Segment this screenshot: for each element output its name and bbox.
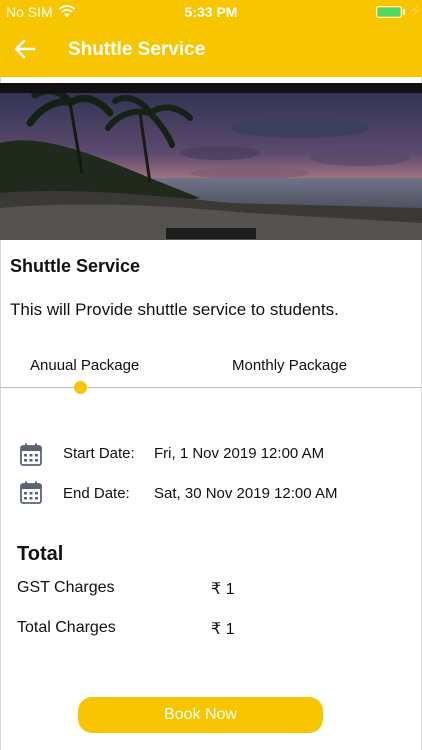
total-charges-value: ₹ 1	[211, 621, 235, 638]
gst-charges-label: GST Charges	[17, 579, 115, 596]
tab-monthly-package[interactable]: Monthly Package	[232, 357, 347, 374]
total-heading: Total	[17, 543, 64, 565]
book-now-button[interactable]: Book Now	[78, 697, 323, 733]
beach-sunset-illustration	[0, 83, 422, 240]
end-date-label: End Date:	[63, 485, 130, 502]
status-bar: No SIM 5:33 PM ⚡	[0, 0, 422, 24]
battery-icon	[376, 6, 402, 18]
page-title: Shuttle Service	[68, 39, 206, 60]
tab-selected-indicator	[74, 381, 87, 394]
start-date-value: Fri, 1 Nov 2019 12:00 AM	[154, 445, 325, 462]
back-arrow-icon[interactable]	[12, 36, 38, 62]
battery-tip	[403, 9, 405, 15]
total-charges-label: Total Charges	[17, 619, 116, 636]
service-description: This will Provide shuttle service to stu…	[10, 300, 339, 319]
tab-annual-package[interactable]: Anuual Package	[30, 357, 139, 374]
image-viewer-controls	[166, 228, 256, 239]
service-title: Shuttle Service	[10, 256, 141, 276]
charging-icon: ⚡	[408, 3, 422, 18]
start-date-label: Start Date:	[63, 445, 135, 462]
calendar-icon	[20, 481, 42, 504]
gst-charges-value: ₹ 1	[211, 581, 235, 598]
service-banner-image	[0, 83, 422, 240]
calendar-icon	[20, 443, 42, 466]
end-date-value: Sat, 30 Nov 2019 12:00 AM	[154, 485, 338, 502]
tab-divider	[0, 387, 422, 388]
clock: 5:33 PM	[184, 4, 238, 20]
